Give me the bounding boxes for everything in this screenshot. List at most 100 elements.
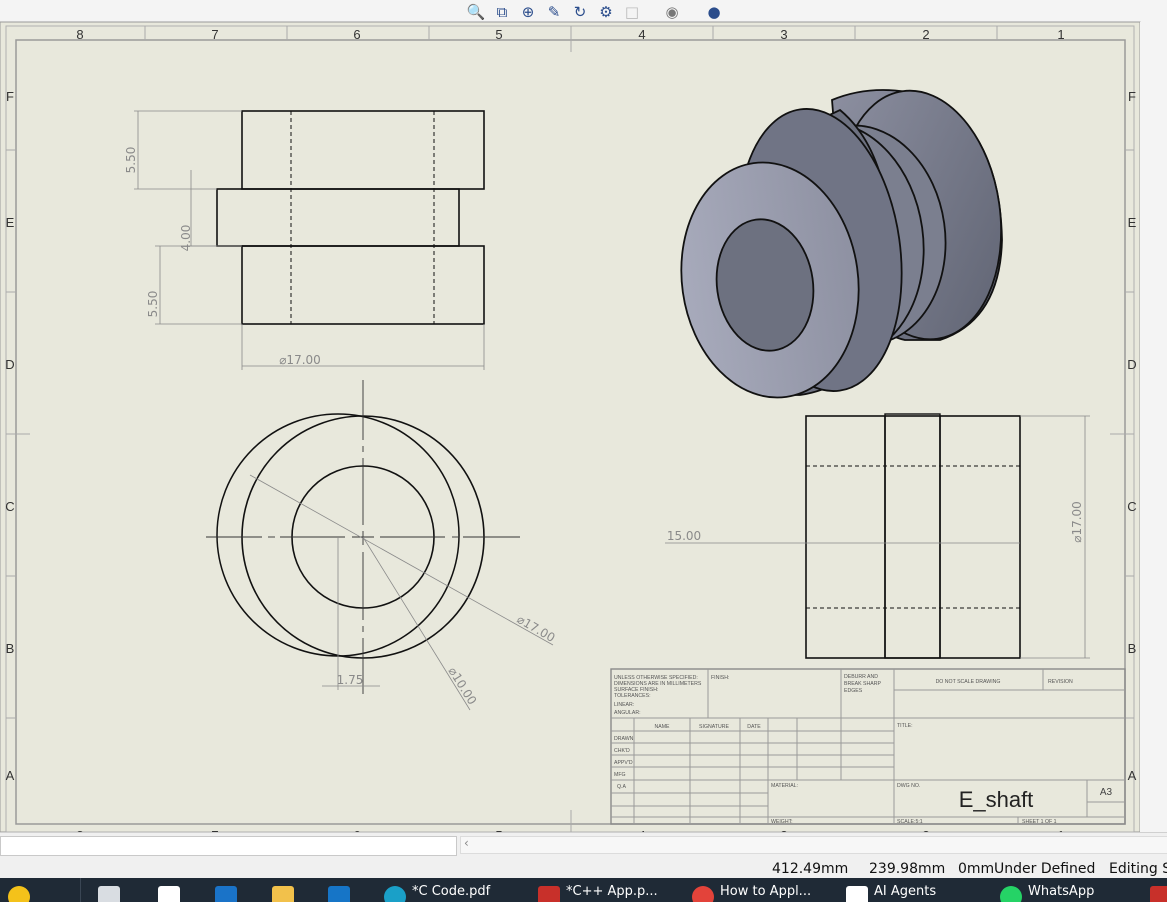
notion-icon [846,886,868,902]
rotate-view-icon[interactable]: ↻ [570,2,590,22]
app-icon [328,886,350,902]
windows-taskbar: *C Code.pdf *C++ App.p... How to Appl...… [0,878,1167,902]
row-checked: CHK'D [614,748,630,754]
note-4: TOLERANCES: [614,693,651,699]
dwg-no-label: DWG NO. [897,783,920,789]
row-label-A: A [6,768,15,783]
view-settings-icon[interactable]: ⚙ [596,2,616,22]
heads-up-view-toolbar: 🔍 ⧉ ⊕ ✎ ↻ ⚙ □ ◉ ● [462,0,732,24]
col-label-1: 1 [1057,27,1064,42]
app-icon [1150,886,1167,902]
taskbar-c-code-pdf[interactable]: *C Code.pdf [384,884,490,902]
star-icon [8,886,30,902]
drawing-sheet-area[interactable]: 8 7 6 5 4 3 2 1 8 7 6 5 4 3 2 1 F E D C … [0,0,1167,832]
taskbar-whatsapp[interactable]: WhatsApp [1000,884,1094,902]
taskbar-app[interactable] [328,884,350,902]
material-label: MATERIAL: [771,783,798,789]
sketch-definition-state: Under Defined [994,861,1096,877]
row-mfg: MFG [614,772,626,778]
row-label-C: C [5,499,14,514]
row-drawn: DRAWN [614,736,634,742]
row-label-right-D: D [1127,357,1136,372]
status-bar: 412.49mm 239.98mm 0mm Under Defined Edit… [0,856,1167,878]
deburr-3: EDGES [844,688,863,694]
note-5: LINEAR: [614,702,634,708]
taskbar-chrome[interactable]: How to Appl... [692,884,811,902]
revision-label: REVISION [1048,679,1073,685]
sheet-size: A3 [1100,787,1113,798]
whatsapp-icon [1000,886,1022,902]
zoom-to-area-icon[interactable]: ⧉ [492,2,512,22]
dim-side-length: 15.00 [667,529,701,543]
row-label-D: D [5,357,14,372]
weight-label: WEIGHT: [771,819,793,825]
row-label-right-A: A [1128,768,1137,783]
taskbar-outlook[interactable] [215,884,237,902]
row-label-right-F: F [1128,89,1136,104]
x-coordinate: 412.49mm [772,861,849,877]
taskbar-overflow[interactable] [1150,884,1167,902]
taskbar-label-ai-agents: AI Agents [874,884,937,899]
row-label-right-B: B [1128,641,1137,656]
col-label-6: 6 [353,27,360,42]
editing-mode: Editing S [1109,861,1167,877]
taskbar-label-whatsapp: WhatsApp [1028,884,1095,899]
col-label-2: 2 [922,27,929,42]
dim-front-bottom-height: 5.50 [146,291,160,318]
dim-front-top-height: 5.50 [124,147,138,174]
zoom-in-out-icon[interactable]: ⊕ [518,2,538,22]
taskbar-folder[interactable] [272,884,294,902]
scroll-left-arrow-icon[interactable]: ‹ [464,836,469,850]
taskbar-cpp-app[interactable]: *C++ App.p... [538,884,658,902]
drawing-sheet[interactable]: 8 7 6 5 4 3 2 1 8 7 6 5 4 3 2 1 F E D C … [0,0,1167,832]
row-label-E: E [6,215,15,230]
horizontal-scrollbar[interactable] [460,836,1167,854]
pdf-app-icon [538,886,560,902]
col-header-signature: SIGNATURE [699,724,729,730]
row-label-B: B [6,641,15,656]
folder-icon [272,886,294,902]
deburr-1: DEBURR AND [844,674,878,680]
file-explorer-icon [98,886,120,902]
taskbar-star-app[interactable] [8,884,30,902]
pan-icon[interactable]: ✎ [544,2,564,22]
col-label-8: 8 [76,27,83,42]
sheet-label: SHEET 1 OF 1 [1022,819,1057,825]
col-label-5: 5 [495,27,502,42]
taskbar-file-explorer[interactable] [98,884,120,902]
finish-label: FINISH: [711,675,729,681]
taskbar-label-cpp: *C++ App.p... [566,884,658,899]
col-label-3: 3 [780,27,787,42]
taskbar-ai-agents[interactable]: AI Agents [846,884,936,902]
row-label-F: F [6,89,14,104]
appearance-icon[interactable]: ● [704,2,724,22]
zoom-to-fit-icon[interactable]: 🔍 [466,2,486,22]
dim-front-diameter: ⌀17.00 [279,353,321,367]
col-label-4: 4 [638,27,645,42]
row-approved: APPV'D [614,760,633,766]
scale-label: SCALE:5:1 [897,819,923,825]
taskbar-notion[interactable] [158,884,180,902]
hide-show-icon[interactable]: ◉ [662,2,682,22]
part-name: E_shaft [959,787,1034,812]
chrome-icon [692,886,714,902]
notion-icon [158,886,180,902]
deburr-2: BREAK SHARP [844,681,881,687]
title-label: TITLE: [897,723,913,729]
taskbar-label-c-code: *C Code.pdf [412,884,491,899]
z-coordinate: 0mm [958,861,995,877]
sheet-tab-area[interactable] [0,836,457,856]
display-style-icon[interactable]: □ [622,2,642,22]
taskbar-label-chrome: How to Appl... [720,884,812,899]
note-6: ANGULAR: [614,710,641,716]
y-coordinate: 239.98mm [869,861,946,877]
row-label-right-E: E [1128,215,1137,230]
col-header-date: DATE [747,724,761,730]
row-label-right-C: C [1127,499,1136,514]
dim-side-diameter: ⌀17.00 [1070,501,1084,543]
col-header-name: NAME [655,724,671,730]
col-label-7: 7 [211,27,218,42]
outlook-icon [215,886,237,902]
dim-top-offset: 1.75 [337,673,364,687]
dim-front-mid-height: 4.00 [179,225,193,252]
